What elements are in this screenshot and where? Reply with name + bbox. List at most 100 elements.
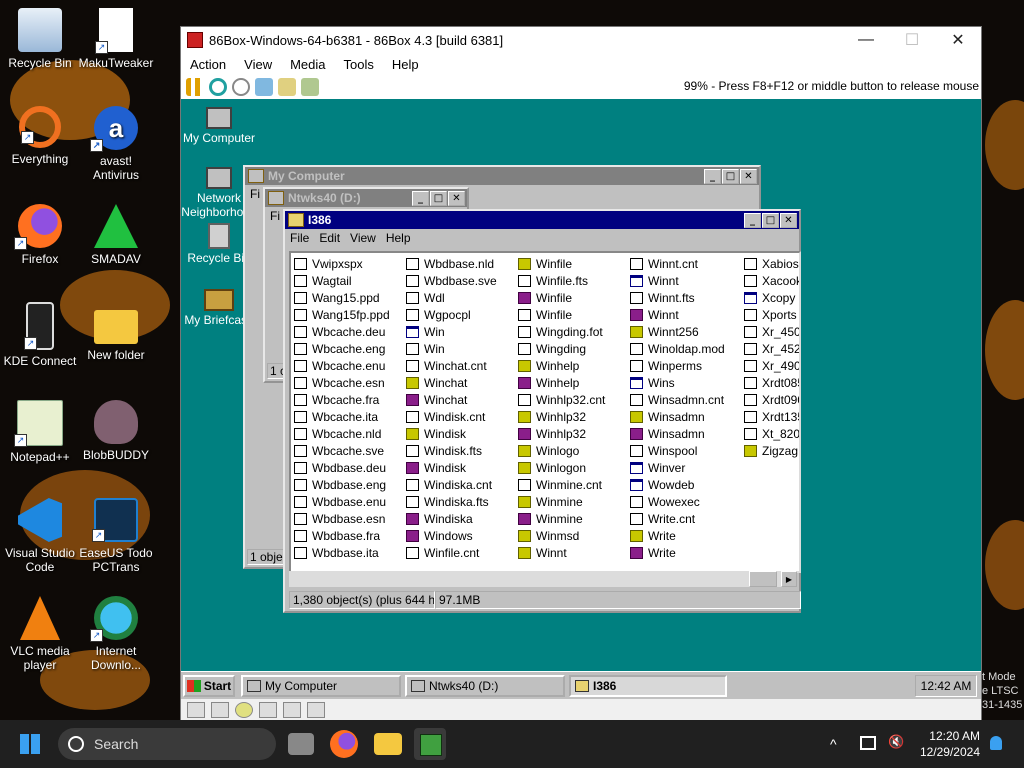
horizontal-scrollbar[interactable]: ▶	[289, 571, 797, 587]
file-item[interactable]: Winfile	[515, 306, 627, 323]
settings-icon[interactable]	[301, 78, 319, 96]
ctrl-alt-esc-icon[interactable]	[278, 78, 296, 96]
cdrom-drive-icon[interactable]	[235, 702, 253, 718]
file-item[interactable]: Wbdbase.deu	[291, 459, 403, 476]
file-item[interactable]: Wbdbase.fra	[291, 527, 403, 544]
file-item[interactable]: Wbdbase.eng	[291, 476, 403, 493]
minimize-button[interactable]: _	[744, 213, 761, 228]
pause-icon[interactable]	[186, 78, 204, 96]
notification-bell-icon[interactable]	[990, 736, 1002, 750]
menu-file[interactable]: Fi	[265, 209, 285, 223]
file-item[interactable]: Wbcache.esn	[291, 374, 403, 391]
file-item[interactable]: Wbcache.fra	[291, 391, 403, 408]
file-item[interactable]: Winchat	[403, 391, 515, 408]
file-item[interactable]: Winhlp32.cnt	[515, 391, 627, 408]
file-item[interactable]: Xr_4505	[741, 323, 799, 340]
task-ntwks40[interactable]: Ntwks40 (D:)	[405, 675, 565, 697]
file-item[interactable]: Wbdbase.esn	[291, 510, 403, 527]
file-item[interactable]: Wbcache.sve	[291, 442, 403, 459]
file-item[interactable]: Wingding.fot	[515, 323, 627, 340]
file-item[interactable]: Winspool	[627, 442, 739, 459]
file-item[interactable]: Windisk.fts	[403, 442, 515, 459]
file-item[interactable]: Windiska	[403, 510, 515, 527]
file-item[interactable]: Wins	[627, 374, 739, 391]
file-item[interactable]: Winsadmn	[627, 408, 739, 425]
file-item[interactable]: Wbcache.eng	[291, 340, 403, 357]
file-item[interactable]: Winmine	[515, 510, 627, 527]
desktop-icon-firefox[interactable]: ↗ Firefox	[0, 204, 80, 266]
maximize-button[interactable]: □	[430, 191, 447, 206]
windows-start-icon[interactable]	[20, 734, 40, 754]
file-item[interactable]: Winlogo	[515, 442, 627, 459]
file-item[interactable]: Winmine.cnt	[515, 476, 627, 493]
file-item[interactable]: Winsadmn	[627, 425, 739, 442]
file-item[interactable]: Winhlp32	[515, 425, 627, 442]
file-item[interactable]: Win	[403, 340, 515, 357]
menu-file[interactable]: Fi	[245, 187, 265, 201]
desktop-icon-easeus[interactable]: ↗ EaseUS Todo PCTrans	[76, 498, 156, 574]
file-list[interactable]: Vwipxspx Wagtail Wang15.ppd Wang15fp.ppd Wbc…	[289, 251, 801, 573]
file-item[interactable]: Windiska.cnt	[403, 476, 515, 493]
desktop-icon-smadav[interactable]: SMADAV	[76, 204, 156, 266]
firefox-icon[interactable]	[330, 730, 358, 758]
window-title-bar[interactable]: Ntwks40 (D:) _ □ ✕	[265, 189, 467, 207]
file-item[interactable]: Wbdbase.sve	[403, 272, 515, 289]
file-item[interactable]: Winsadmn.cnt	[627, 391, 739, 408]
file-item[interactable]: Win	[403, 323, 515, 340]
minimize-button[interactable]: _	[412, 191, 429, 206]
file-item[interactable]: Winhelp	[515, 357, 627, 374]
86box-taskbar-icon[interactable]	[414, 728, 446, 760]
menu-media[interactable]: Media	[281, 57, 334, 72]
file-item[interactable]: Wagtail	[291, 272, 403, 289]
file-item[interactable]: Windows	[403, 527, 515, 544]
volume-muted-icon[interactable]: 🔇	[888, 734, 904, 750]
file-item[interactable]: Zigzag	[741, 442, 799, 459]
file-item[interactable]: Winver	[627, 459, 739, 476]
file-item[interactable]: Winhelp	[515, 374, 627, 391]
maximize-button[interactable]: □	[762, 213, 779, 228]
file-item[interactable]: Wbdbase.nld	[403, 255, 515, 272]
file-item[interactable]: Wbcache.nld	[291, 425, 403, 442]
file-item[interactable]: Winnt	[627, 306, 739, 323]
desktop-icon-idm[interactable]: ↗ Internet Downlo...	[76, 596, 156, 672]
menu-file[interactable]: File	[285, 231, 314, 245]
file-item[interactable]: Wang15.ppd	[291, 289, 403, 306]
file-item[interactable]: Wbdbase.ita	[291, 544, 403, 561]
file-item[interactable]: Wowdeb	[627, 476, 739, 493]
file-item[interactable]: Winfile	[515, 289, 627, 306]
file-item[interactable]: Windisk	[403, 425, 515, 442]
file-item[interactable]: Write	[627, 527, 739, 544]
tray-chevron-icon[interactable]: ^	[830, 736, 837, 752]
file-item[interactable]: Wdl	[403, 289, 515, 306]
file-item[interactable]: Vwipxspx	[291, 255, 403, 272]
task-view-icon[interactable]	[288, 733, 314, 755]
maximize-button[interactable]: ☐	[889, 27, 935, 53]
desktop-icon-blobbuddy[interactable]: BlobBUDDY	[76, 400, 156, 462]
menu-edit[interactable]: Edit	[314, 231, 345, 245]
emulator-title-bar[interactable]: 86Box-Windows-64-b6381 - 86Box 4.3 [buil…	[181, 27, 981, 53]
file-item[interactable]: Winnt.fts	[627, 289, 739, 306]
file-item[interactable]: Wowexec	[627, 493, 739, 510]
file-item[interactable]: Windisk	[403, 459, 515, 476]
hard-disk-icon[interactable]	[259, 702, 277, 718]
file-item[interactable]: Wbcache.enu	[291, 357, 403, 374]
file-item[interactable]: Windiska.fts	[403, 493, 515, 510]
file-item[interactable]: Winnt256	[627, 323, 739, 340]
file-item[interactable]: Xports	[741, 306, 799, 323]
file-item[interactable]: Xcopy	[741, 289, 799, 306]
file-item[interactable]: Xt_8200	[741, 425, 799, 442]
close-button[interactable]: ✕	[740, 169, 757, 184]
floppy-drive-icon[interactable]	[211, 702, 229, 718]
file-item[interactable]: Wingding	[515, 340, 627, 357]
file-item[interactable]: Winnt	[515, 544, 627, 561]
desktop-icon-vscode[interactable]: Visual Studio Code	[0, 498, 80, 574]
file-item[interactable]: Winmine	[515, 493, 627, 510]
file-item[interactable]: Xrdt1351	[741, 408, 799, 425]
host-clock[interactable]: 12:20 AM 12/29/2024	[920, 728, 980, 760]
menu-view[interactable]: View	[235, 57, 281, 72]
minimize-button[interactable]: —	[843, 27, 889, 53]
guest-screen[interactable]: My Computer Network Neighborhood Recycle…	[181, 99, 981, 699]
maximize-button[interactable]: □	[722, 169, 739, 184]
file-item[interactable]: Winfile	[515, 255, 627, 272]
file-item[interactable]: Write	[627, 544, 739, 561]
